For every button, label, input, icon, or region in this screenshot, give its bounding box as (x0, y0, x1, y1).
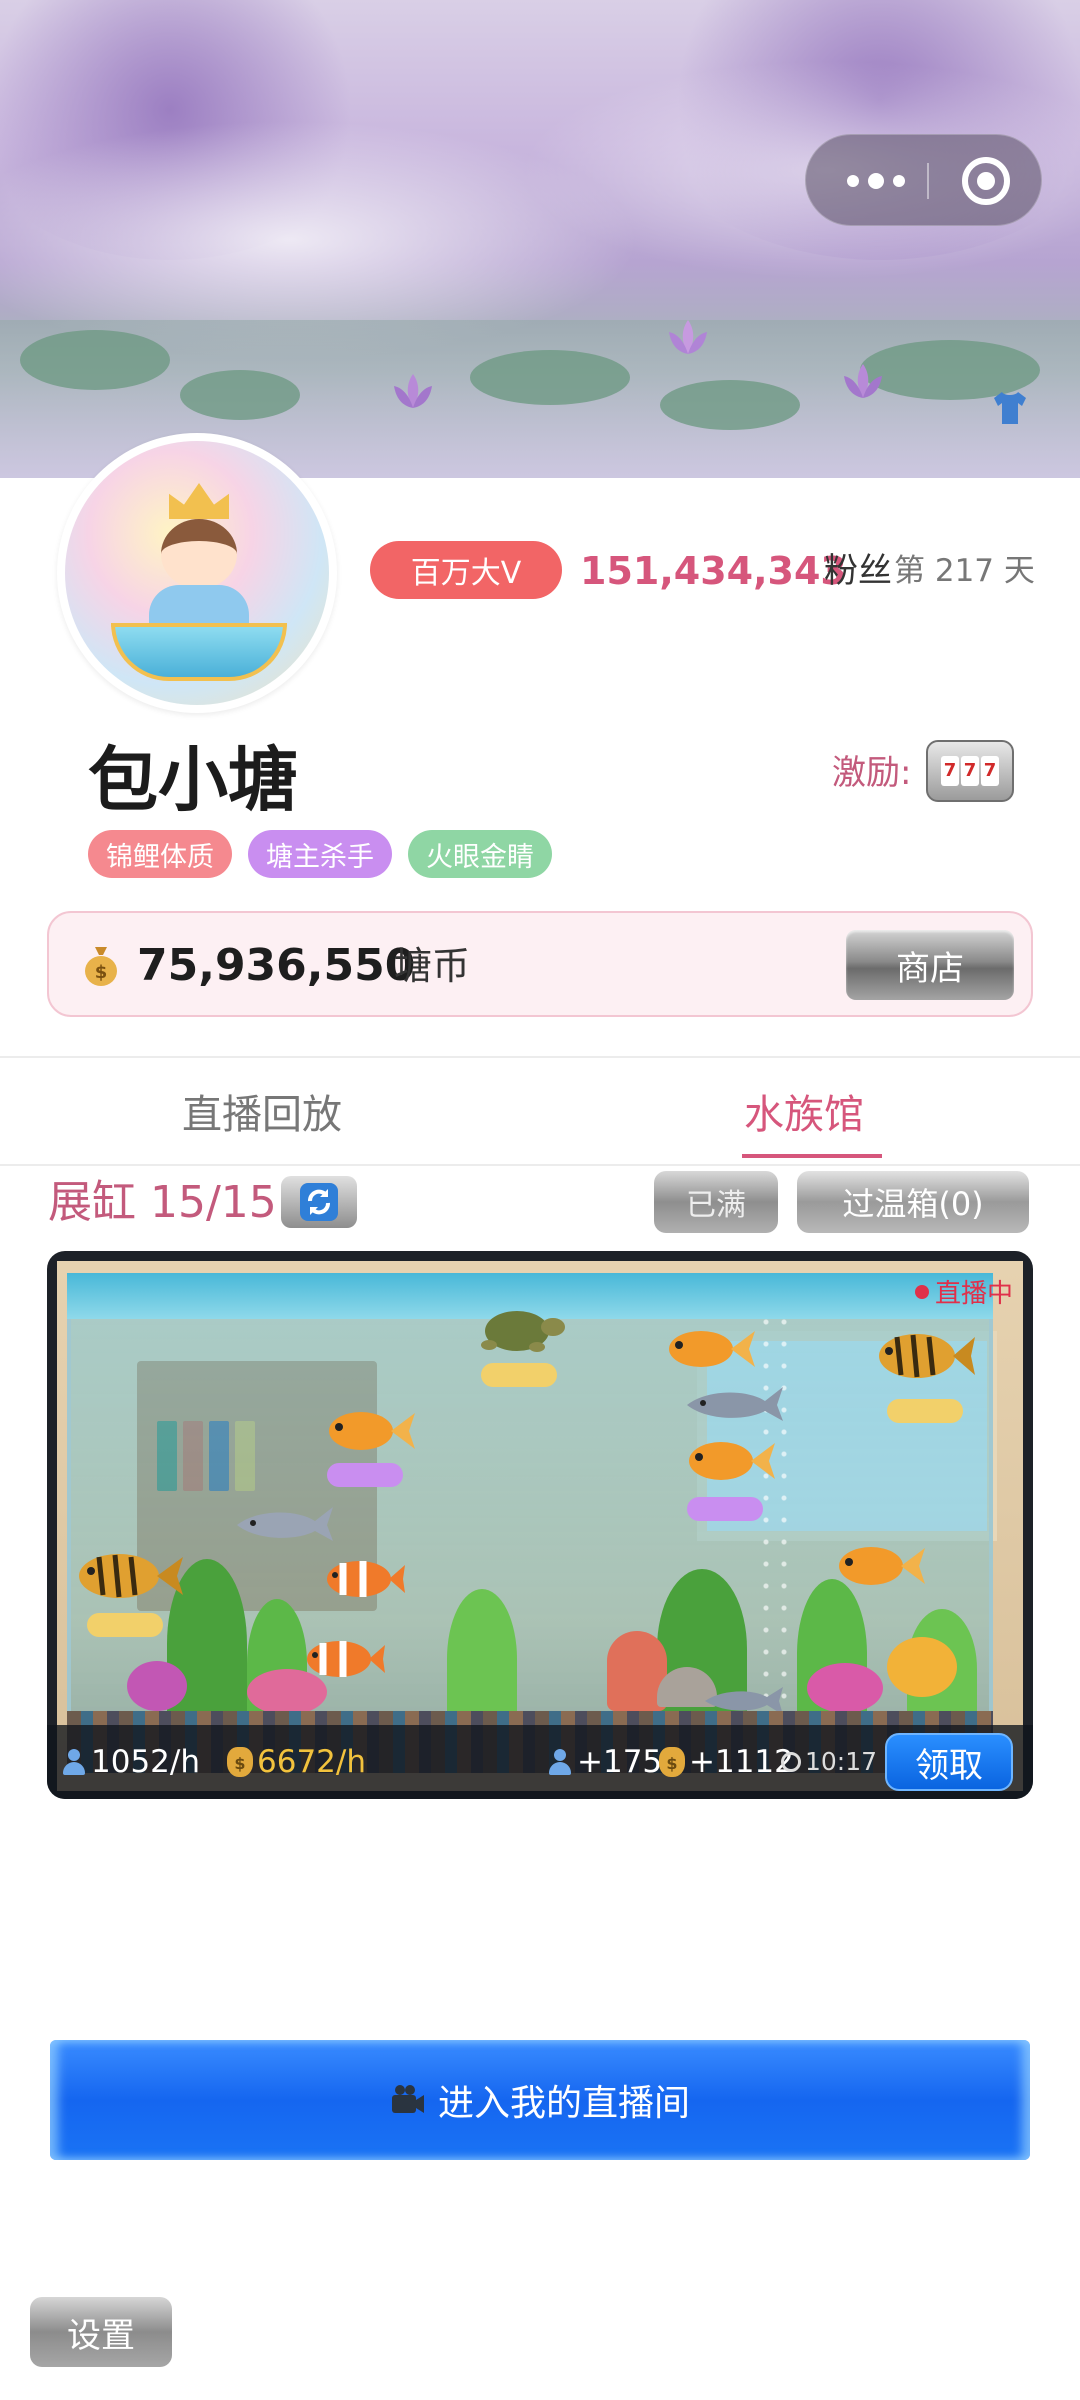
day-counter: 第 217 天 (894, 553, 1035, 589)
tiger-fish[interactable] (867, 1321, 977, 1391)
person-icon (61, 1749, 87, 1775)
lily-pad (660, 380, 800, 430)
coral (127, 1661, 187, 1711)
live-label: 直播中 (934, 1279, 1013, 1309)
username: 包小塘 (88, 739, 298, 821)
profile-tag: 火眼金睛 (408, 830, 552, 878)
live-indicator: 直播中 (914, 1273, 1013, 1310)
profile-tag: 锦鲤体质 (88, 830, 232, 878)
target-circle-icon[interactable] (962, 157, 1010, 205)
money-bag-icon (659, 1747, 685, 1777)
avatar[interactable] (57, 433, 337, 713)
clock-icon (781, 1752, 801, 1772)
aquarium-tank[interactable]: 直播中 1052/h 6672/h +175 +1112 10:17 (47, 1251, 1033, 1799)
profile-tag: 塘主杀手 (248, 830, 392, 878)
fish-tag (327, 1463, 403, 1487)
svg-text:$: $ (95, 962, 108, 983)
tab-live-replay[interactable]: 直播回放 (182, 1080, 342, 1150)
avatar-face (161, 519, 237, 589)
fish-tag (481, 1363, 557, 1387)
capsule-separator (927, 163, 929, 199)
lily-pad (470, 350, 630, 405)
shirt-icon[interactable] (990, 388, 1030, 428)
fish-tag (887, 1399, 963, 1423)
coin-amount: 75,936,550 (137, 940, 416, 991)
tab-active-indicator (742, 1154, 882, 1158)
coins-rate: 6672/h (257, 1744, 366, 1780)
viewers-gain: +175 (577, 1744, 663, 1780)
avatar-fishbowl (111, 623, 287, 681)
person-icon (547, 1749, 573, 1775)
aquarium-stats-bar: 1052/h 6672/h +175 +1112 10:17 领取 (47, 1725, 1033, 1799)
crown-icon (169, 483, 229, 519)
slot-machine-icon[interactable]: 777 (926, 740, 1014, 802)
fish-tag (87, 1613, 163, 1637)
claim-button[interactable]: 领取 (885, 1733, 1013, 1791)
bubble-stream (757, 1311, 797, 1741)
viewers-rate: 1052/h (91, 1744, 200, 1780)
live-dot-icon (914, 1284, 929, 1299)
wallet-panel: $ 75,936,550 塘币 商店 (47, 911, 1033, 1017)
refresh-icon (300, 1183, 338, 1221)
shark-fish[interactable] (677, 1381, 787, 1427)
tank-full-button[interactable]: 已满 (654, 1171, 778, 1233)
tab-aquarium[interactable]: 水族馆 (744, 1080, 864, 1150)
coins-gain-stat: +1112 (659, 1725, 794, 1799)
clownfish[interactable] (317, 1551, 407, 1607)
lotus-flower (394, 374, 432, 408)
camera-icon (391, 2085, 424, 2113)
turtle[interactable] (467, 1301, 567, 1361)
profile-tags: 锦鲤体质 塘主杀手 火眼金睛 (88, 830, 552, 878)
refresh-button[interactable] (281, 1176, 357, 1228)
tiger-fish[interactable] (67, 1541, 187, 1611)
timer-stat: 10:17 (781, 1725, 877, 1799)
fans-label: 粉丝 (824, 551, 892, 591)
timer: 10:17 (805, 1747, 878, 1776)
enter-live-room-button[interactable]: 进入我的直播间 (50, 2040, 1030, 2160)
divider (0, 1164, 1080, 1166)
quarantine-box-button[interactable]: 过温箱(0) (797, 1171, 1029, 1233)
incentive-label: 激励: (832, 753, 912, 793)
coral (807, 1663, 883, 1713)
coins-gain: +1112 (689, 1744, 794, 1780)
goldfish[interactable] (657, 1321, 757, 1377)
goldfish[interactable] (827, 1536, 927, 1596)
divider (0, 1056, 1080, 1058)
lotus-flower (669, 320, 707, 354)
vip-badge: 百万大V (370, 541, 562, 599)
tank-count-label: 展缸 15/15 (48, 1177, 277, 1228)
profile-banner (0, 0, 1080, 478)
lotus-flower (844, 364, 882, 398)
coin-unit: 塘币 (394, 944, 471, 988)
coins-rate-stat: 6672/h (227, 1725, 366, 1799)
more-dots-icon[interactable] (826, 135, 926, 227)
viewers-gain-stat: +175 (547, 1725, 662, 1799)
money-bag-icon (227, 1747, 253, 1777)
clownfish[interactable] (297, 1631, 387, 1687)
money-bag-icon: $ (85, 947, 117, 986)
aquarium-plant (447, 1589, 517, 1729)
shark-fish[interactable] (227, 1501, 337, 1547)
coral (887, 1637, 957, 1697)
profile-page: 百万大V 151,434,343 粉丝 第 217 天 包小塘 激励: 777 … (0, 0, 1080, 2400)
lily-pad (20, 330, 170, 390)
enter-live-room-label: 进入我的直播间 (437, 2083, 690, 2124)
fans-count: 151,434,343 (580, 549, 847, 593)
lily-pad (180, 370, 300, 420)
goldfish[interactable] (677, 1431, 777, 1491)
settings-button[interactable]: 设置 (30, 2297, 172, 2367)
goldfish[interactable] (317, 1401, 417, 1461)
viewers-rate-stat: 1052/h (61, 1725, 200, 1799)
shop-button[interactable]: 商店 (846, 930, 1014, 1000)
avatar-image (65, 441, 329, 705)
fish-tag (687, 1497, 763, 1521)
mini-program-capsule (805, 134, 1042, 226)
